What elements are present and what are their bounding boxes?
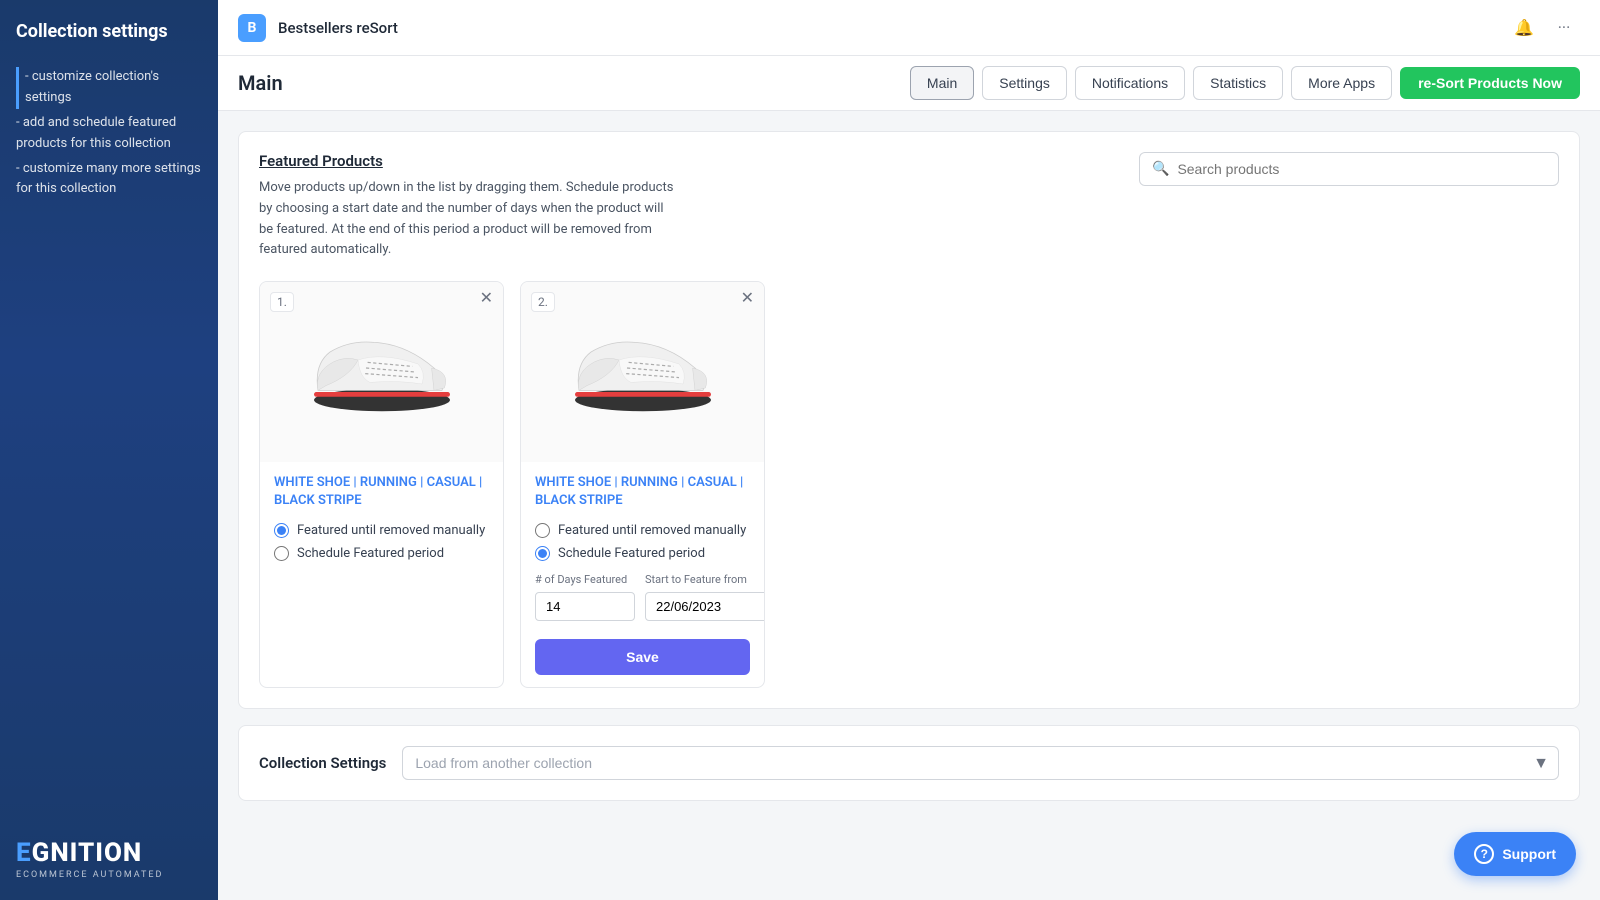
product-2-info: WHITE SHOE | RUNNING | CASUAL | BLACK ST… — [521, 462, 764, 686]
support-label: Support — [1502, 846, 1556, 862]
collection-select-wrap: Load from another collection ▼ — [402, 746, 1559, 780]
product-1-name: WHITE SHOE | RUNNING | CASUAL | BLACK ST… — [274, 474, 489, 510]
product-1-radio-manual-label: Featured until removed manually — [297, 523, 485, 538]
product-2-radio-group: Featured until removed manually Schedule… — [535, 523, 750, 561]
page-title: Main — [238, 71, 283, 95]
brand-rest: GNITION — [32, 838, 143, 868]
featured-title: Featured Products — [259, 152, 679, 170]
content-area: Featured Products Move products up/down … — [218, 111, 1600, 900]
product-2-image — [521, 282, 764, 462]
tab-more-apps[interactable]: More Apps — [1291, 66, 1392, 100]
shoe-image-1 — [302, 322, 462, 422]
product-1-radio-manual-input[interactable] — [274, 523, 289, 538]
product-1-number: 1. — [270, 292, 294, 312]
sidebar-item-add-products[interactable]: - add and schedule featured products for… — [16, 113, 202, 155]
shoe-image-2 — [563, 322, 723, 422]
product-2-radio-schedule-input[interactable] — [535, 546, 550, 561]
start-date-input[interactable] — [645, 592, 765, 621]
product-1-radio-manual[interactable]: Featured until removed manually — [274, 523, 489, 538]
product-2-number: 2. — [531, 292, 555, 312]
product-1-image — [260, 282, 503, 462]
product-2-name: WHITE SHOE | RUNNING | CASUAL | BLACK ST… — [535, 474, 750, 510]
schedule-labels: # of Days Featured Start to Feature from — [535, 573, 750, 586]
product-2-radio-manual-label: Featured until removed manually — [558, 523, 746, 538]
schedule-inputs — [535, 592, 750, 621]
product-1-info: WHITE SHOE | RUNNING | CASUAL | BLACK ST… — [260, 462, 503, 572]
brand-subtitle: ECOMMERCE AUTOMATED — [16, 870, 202, 880]
sidebar-brand: EGNITION ECOMMERCE AUTOMATED — [16, 818, 202, 880]
sidebar-title: Collection settings — [16, 20, 202, 43]
sidebar-item-more-settings[interactable]: - customize many more settings for this … — [16, 159, 202, 201]
product-2-radio-schedule-label: Schedule Featured period — [558, 546, 705, 561]
featured-products-card: Featured Products Move products up/down … — [238, 131, 1580, 709]
schedule-fields: # of Days Featured Start to Feature from… — [535, 573, 750, 675]
featured-desc: Move products up/down in the list by dra… — [259, 178, 679, 261]
nav-row: Main Main Settings Notifications Statist… — [218, 56, 1600, 111]
topbar-icons: 🔔 ··· — [1508, 12, 1580, 44]
tab-settings[interactable]: Settings — [982, 66, 1067, 100]
product-2-radio-manual-input[interactable] — [535, 523, 550, 538]
product-1-radio-schedule[interactable]: Schedule Featured period — [274, 546, 489, 561]
app-name: Bestsellers reSort — [278, 19, 1496, 37]
days-featured-input[interactable] — [535, 592, 635, 621]
days-label: # of Days Featured — [535, 573, 635, 586]
sidebar-item-customize-settings[interactable]: - customize collection's settings — [16, 67, 202, 109]
more-options-btn[interactable]: ··· — [1548, 12, 1580, 44]
support-button[interactable]: ? Support — [1454, 832, 1576, 876]
ellipsis-icon: ··· — [1558, 18, 1571, 37]
date-label: Start to Feature from — [645, 573, 747, 586]
featured-header: Featured Products Move products up/down … — [259, 152, 1559, 261]
brand-logo: EGNITION ECOMMERCE AUTOMATED — [16, 838, 202, 880]
sidebar-nav: - customize collection's settings - add … — [16, 67, 202, 818]
product-2-close-button[interactable]: ✕ — [741, 290, 754, 306]
topbar: B Bestsellers reSort 🔔 ··· — [218, 0, 1600, 56]
products-grid: 1. ✕ — [259, 281, 1559, 687]
save-button[interactable]: Save — [535, 639, 750, 675]
product-2-radio-schedule[interactable]: Schedule Featured period — [535, 546, 750, 561]
main-content: B Bestsellers reSort 🔔 ··· Main Main Set… — [218, 0, 1600, 900]
app-icon: B — [238, 14, 266, 42]
sidebar: Collection settings - customize collecti… — [0, 0, 218, 900]
notification-icon-btn[interactable]: 🔔 — [1508, 12, 1540, 44]
tab-notifications[interactable]: Notifications — [1075, 66, 1185, 100]
search-box: 🔍 — [1139, 152, 1559, 186]
search-icon: 🔍 — [1152, 161, 1169, 177]
product-card-1: 1. ✕ — [259, 281, 504, 687]
bell-icon: 🔔 — [1514, 18, 1534, 37]
collection-select[interactable]: Load from another collection — [402, 746, 1559, 780]
tab-statistics[interactable]: Statistics — [1193, 66, 1283, 100]
product-1-radio-schedule-label: Schedule Featured period — [297, 546, 444, 561]
tab-main[interactable]: Main — [910, 66, 974, 100]
support-icon: ? — [1474, 844, 1494, 864]
product-1-radio-schedule-input[interactable] — [274, 546, 289, 561]
product-card-2: 2. ✕ — [520, 281, 765, 687]
product-2-radio-manual[interactable]: Featured until removed manually — [535, 523, 750, 538]
resort-products-button[interactable]: re-Sort Products Now — [1400, 67, 1580, 99]
search-input[interactable] — [1177, 161, 1546, 177]
product-1-radio-group: Featured until removed manually Schedule… — [274, 523, 489, 561]
collection-settings-card: Collection Settings Load from another co… — [238, 725, 1580, 801]
collection-settings-label: Collection Settings — [259, 754, 386, 772]
brand-name: EGNITION — [16, 838, 202, 868]
featured-info: Featured Products Move products up/down … — [259, 152, 679, 261]
product-1-close-button[interactable]: ✕ — [480, 290, 493, 306]
brand-e: E — [16, 838, 32, 868]
